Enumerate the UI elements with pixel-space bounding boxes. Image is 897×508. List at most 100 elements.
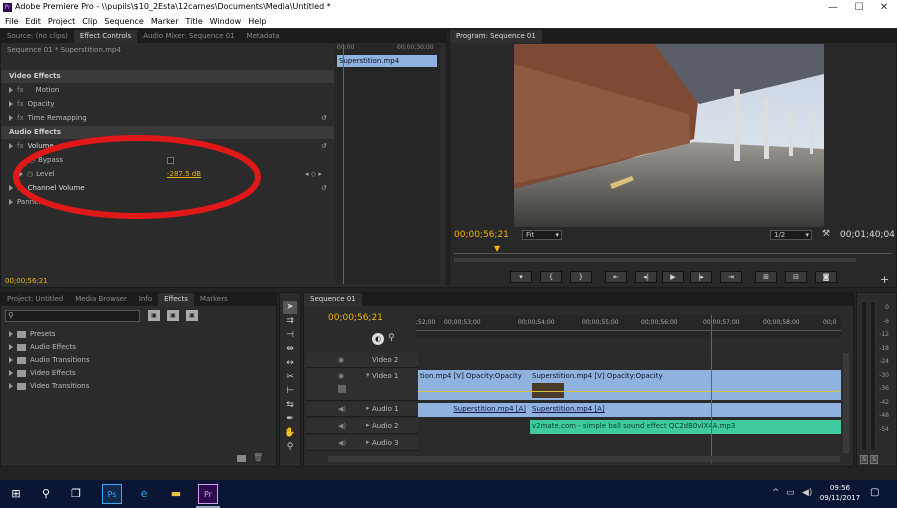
- wrench-icon[interactable]: ⚒: [822, 229, 830, 239]
- tab-effect-controls[interactable]: Effect Controls: [73, 30, 138, 43]
- reset-icon[interactable]: ↺: [321, 140, 327, 153]
- track-lock-icon[interactable]: [338, 385, 346, 393]
- volume-icon[interactable]: ◀): [802, 488, 812, 498]
- quality-select[interactable]: 1/2 ▾: [770, 230, 812, 240]
- razor-tool-icon[interactable]: ✂: [283, 371, 297, 384]
- program-time-left[interactable]: 00;00;56;21: [454, 230, 509, 240]
- marker-add-icon[interactable]: ⚲: [388, 333, 398, 345]
- effects-search-input[interactable]: [18, 311, 136, 321]
- internet-explorer-icon[interactable]: e: [134, 484, 154, 504]
- play-button[interactable]: ▶: [662, 271, 684, 283]
- opacity-row[interactable]: fx Opacity: [9, 98, 55, 111]
- timeline-current-time[interactable]: 00;00;56;21: [328, 313, 383, 323]
- audio-clip[interactable]: Superstition.mp4 [A]: [418, 403, 530, 417]
- clock-time[interactable]: 09:56: [818, 484, 862, 492]
- mark-in-button[interactable]: {: [540, 271, 562, 283]
- solo-right-button[interactable]: S: [870, 455, 878, 464]
- file-explorer-icon[interactable]: ▬: [166, 484, 186, 504]
- 32bit-effects-icon[interactable]: ▣: [167, 310, 179, 321]
- speaker-icon[interactable]: ◀): [338, 439, 346, 447]
- maximize-button[interactable]: ☐: [846, 0, 872, 15]
- video-clip[interactable]: tion.mp4 [V] Opacity:Opacity: [418, 370, 530, 400]
- close-button[interactable]: ✕: [871, 0, 897, 15]
- tab-info[interactable]: Info: [133, 293, 158, 306]
- zoom-select[interactable]: Fit ▾: [522, 230, 562, 240]
- expand-icon[interactable]: [9, 383, 13, 389]
- slide-tool-icon[interactable]: ⇆: [283, 399, 297, 412]
- premiere-taskbar-icon[interactable]: Pr: [198, 484, 218, 504]
- effects-search-field[interactable]: ⚲: [5, 310, 140, 322]
- mini-playhead[interactable]: [343, 44, 344, 284]
- mini-clip[interactable]: Superstition.mp4: [337, 55, 437, 67]
- list-item[interactable]: Video Transitions: [9, 380, 89, 393]
- network-icon[interactable]: ▭: [786, 488, 795, 498]
- task-view-icon[interactable]: ❐: [66, 484, 86, 504]
- list-item[interactable]: Presets: [9, 328, 55, 341]
- timeline-playhead[interactable]: [711, 315, 712, 463]
- snap-icon[interactable]: ◐: [372, 333, 384, 345]
- speaker-icon[interactable]: ◀): [338, 405, 346, 413]
- search-icon[interactable]: ⚲: [36, 484, 56, 504]
- list-item[interactable]: Audio Effects: [9, 341, 76, 354]
- expand-icon[interactable]: [9, 344, 13, 350]
- tab-program[interactable]: Program: Sequence 01: [450, 30, 542, 43]
- photoshop-icon[interactable]: Ps: [102, 484, 122, 504]
- reset-icon[interactable]: ↺: [321, 112, 327, 125]
- audio-clip[interactable]: Superstition.mp4 [A]: [530, 403, 841, 417]
- tab-markers[interactable]: Markers: [194, 293, 234, 306]
- video-clip[interactable]: Superstition.mp4 [V] Opacity:Opacity: [530, 370, 841, 400]
- mark-out-button[interactable]: }: [570, 271, 592, 283]
- selection-tool-icon[interactable]: ➤: [283, 301, 297, 314]
- menu-window[interactable]: Window: [210, 17, 242, 26]
- expand-icon[interactable]: [9, 331, 13, 337]
- menu-file[interactable]: File: [5, 17, 18, 26]
- minimize-button[interactable]: —: [820, 0, 846, 15]
- new-folder-icon[interactable]: [237, 455, 246, 462]
- reset-icon[interactable]: ↺: [321, 182, 327, 195]
- tab-audio-mixer[interactable]: Audio Mixer: Sequence 01: [137, 30, 240, 43]
- trash-icon[interactable]: 🗑: [253, 453, 263, 462]
- motion-row[interactable]: fx Motion: [9, 84, 59, 97]
- solo-left-button[interactable]: S: [860, 455, 868, 464]
- tray-chevron-icon[interactable]: ^: [772, 488, 780, 498]
- tab-source[interactable]: Source: (no clips): [1, 30, 74, 43]
- track-select-tool-icon[interactable]: ⇉: [283, 315, 297, 328]
- menu-sequence[interactable]: Sequence: [104, 17, 143, 26]
- go-to-out-button[interactable]: ⇥: [720, 271, 742, 283]
- menu-marker[interactable]: Marker: [151, 17, 179, 26]
- yuv-effects-icon[interactable]: ▣: [186, 310, 198, 321]
- expand-icon[interactable]: [9, 87, 13, 93]
- slip-tool-icon[interactable]: ⊢: [283, 385, 297, 398]
- expand-icon[interactable]: [9, 357, 13, 363]
- extract-button[interactable]: ⊟: [785, 271, 807, 283]
- timeline-ruler[interactable]: ;52;00 00;00;53;00 00;00;54;00 00;00;55;…: [416, 315, 841, 337]
- audio-clip-sound-effect[interactable]: v2mate.com - simple ball sound effect QC…: [530, 420, 841, 434]
- menu-project[interactable]: Project: [48, 17, 75, 26]
- time-remapping-row[interactable]: fx Time Remapping: [9, 112, 87, 125]
- eye-icon[interactable]: ◉: [338, 372, 344, 380]
- ripple-edit-tool-icon[interactable]: ⊣: [283, 329, 297, 342]
- marker-button[interactable]: ▾: [510, 271, 532, 283]
- export-frame-button[interactable]: ◙: [815, 271, 837, 283]
- tab-effects[interactable]: Effects: [158, 293, 194, 306]
- tab-sequence-01[interactable]: Sequence 01: [304, 293, 362, 306]
- expand-icon[interactable]: ▸: [366, 438, 370, 446]
- lift-button[interactable]: ⊞: [755, 271, 777, 283]
- program-ruler[interactable]: ▼: [454, 244, 892, 254]
- program-scrollbar[interactable]: [454, 258, 856, 262]
- opacity-rubberband[interactable]: [418, 391, 841, 392]
- windows-start-icon[interactable]: ⊞: [6, 484, 26, 504]
- eye-icon[interactable]: ◉: [338, 356, 344, 364]
- tab-media-browser[interactable]: Media Browser: [69, 293, 133, 306]
- tab-project[interactable]: Project: Untitled: [1, 293, 69, 306]
- list-item[interactable]: Audio Transitions: [9, 354, 90, 367]
- timeline-vertical-scrollbar[interactable]: [843, 353, 849, 453]
- expand-icon[interactable]: ▸: [366, 421, 370, 429]
- effect-current-time[interactable]: 00;00;56;21: [5, 275, 48, 288]
- expand-icon[interactable]: [9, 115, 13, 121]
- program-playhead[interactable]: ▼: [494, 244, 500, 253]
- hand-tool-icon[interactable]: ✋: [283, 427, 297, 440]
- pen-tool-icon[interactable]: ✒: [283, 413, 297, 426]
- step-back-button[interactable]: ◂|: [635, 271, 657, 283]
- menu-help[interactable]: Help: [248, 17, 266, 26]
